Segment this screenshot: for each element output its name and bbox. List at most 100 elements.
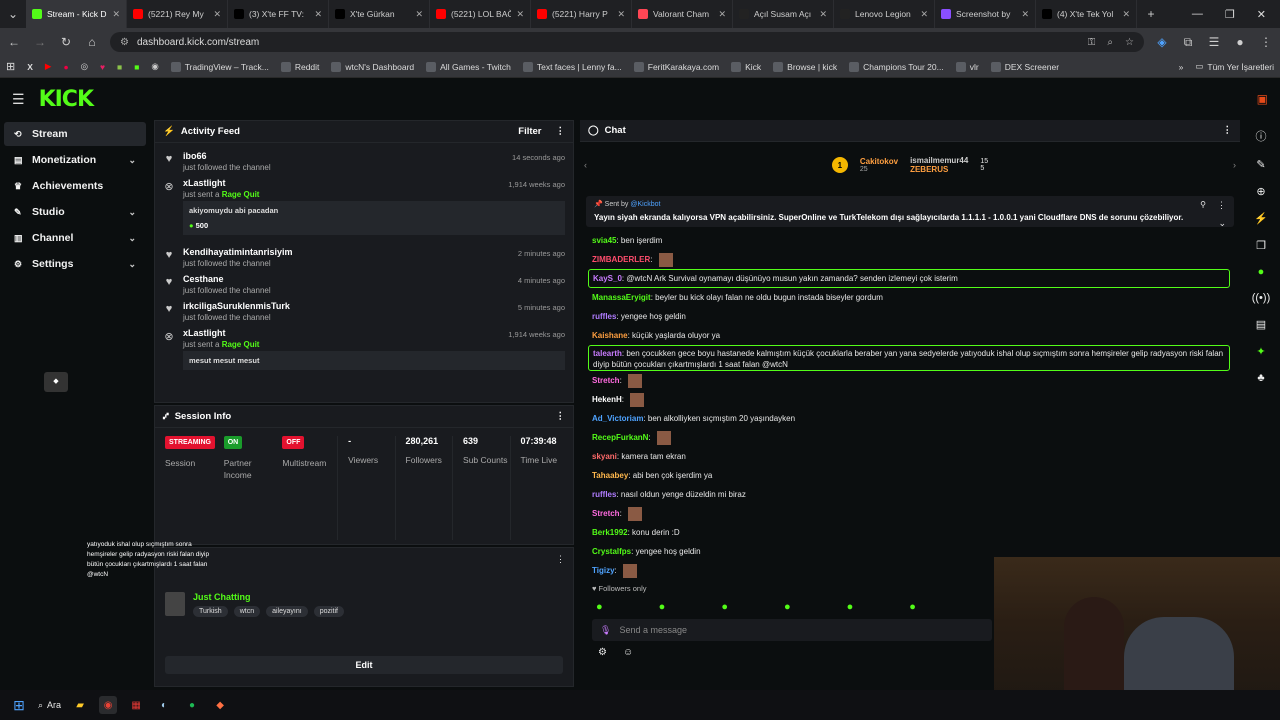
stream-tag[interactable]: aileyayını bbox=[266, 606, 308, 617]
sidebar-item-stream[interactable]: ⟲ Stream bbox=[4, 122, 146, 146]
browser-tab[interactable]: Stream - Kick D ✕ bbox=[26, 0, 127, 28]
chat-username[interactable]: HekenH bbox=[592, 395, 622, 404]
bookmark-item[interactable]: wtcN's Dashboard bbox=[331, 61, 414, 72]
tab-close-icon[interactable]: ✕ bbox=[314, 9, 322, 20]
bookmark-item[interactable]: TradingView – Track... bbox=[170, 61, 269, 72]
chat-username[interactable]: Crystalfps bbox=[592, 547, 631, 556]
tab-close-icon[interactable]: ✕ bbox=[213, 9, 221, 20]
tab-close-icon[interactable]: ✕ bbox=[920, 9, 928, 20]
sidebar-item-settings[interactable]: ⚙ Settings ⌄ bbox=[4, 252, 146, 276]
windows-start-icon[interactable]: ⊞ bbox=[10, 696, 28, 714]
steam-icon[interactable]: ◐ bbox=[155, 696, 173, 714]
browser-tab[interactable]: (5221) Rey My ✕ bbox=[127, 0, 228, 28]
tab-close-icon[interactable]: ✕ bbox=[415, 9, 423, 20]
bookmarks-overflow-icon[interactable]: » bbox=[1179, 62, 1184, 72]
tab-close-icon[interactable]: ✕ bbox=[1122, 9, 1130, 20]
bookmark-item[interactable]: Kick bbox=[731, 61, 761, 72]
copy-rail-icon[interactable]: ❐ bbox=[1256, 239, 1266, 252]
apps-grid-icon[interactable]: ⊞ bbox=[6, 60, 15, 73]
bookmark-icon-3[interactable]: ● bbox=[63, 62, 68, 72]
chat-username[interactable]: Stretch bbox=[592, 509, 620, 518]
site-info-icon[interactable]: ⚙ bbox=[120, 37, 129, 48]
kick-logo[interactable]: KICK bbox=[39, 87, 94, 112]
browser-tab[interactable]: Açıl Susam Açı ✕ bbox=[733, 0, 834, 28]
bookmark-item[interactable]: Champions Tour 20... bbox=[849, 61, 944, 72]
stream-tag[interactable]: pozitif bbox=[313, 606, 344, 617]
bookmark-icon-8[interactable]: ◉ bbox=[151, 61, 158, 72]
all-bookmarks[interactable]: ▭ Tüm Yer İşaretleri bbox=[1195, 61, 1274, 72]
tab-search-icon[interactable]: ⌄ bbox=[0, 7, 26, 21]
emote-5-icon[interactable]: ● bbox=[847, 601, 854, 613]
bookmark-item[interactable]: Reddit bbox=[280, 61, 319, 72]
storage-rail-icon[interactable]: ▤ bbox=[1256, 318, 1266, 331]
edit-button[interactable]: Edit bbox=[165, 656, 563, 674]
bookmark-icon-4[interactable]: ◎ bbox=[81, 61, 88, 72]
chat-username[interactable]: Stretch bbox=[592, 376, 620, 385]
chat-username[interactable]: RecepFurkanN bbox=[592, 433, 648, 442]
activity-more-icon[interactable]: ⋮ bbox=[556, 126, 566, 137]
emote-1-icon[interactable]: ● bbox=[596, 601, 603, 613]
mic-icon[interactable]: 🎙 bbox=[600, 625, 611, 636]
extensions-puzzle-icon[interactable]: ⧉ bbox=[1180, 35, 1196, 50]
file-explorer-icon[interactable]: ▰ bbox=[71, 696, 89, 714]
url-input[interactable]: ⚙ dashboard.kick.com/stream ⚿ ⌕ ☆ bbox=[110, 32, 1144, 52]
browser-tab[interactable]: Valorant Cham ✕ bbox=[632, 0, 733, 28]
bookmark-item[interactable]: FeritKarakaya.com bbox=[633, 61, 719, 72]
menu-hamburger-icon[interactable]: ☰ bbox=[12, 91, 25, 108]
media-icon[interactable]: ▦ bbox=[127, 696, 145, 714]
chat-username[interactable]: Kaishane bbox=[592, 331, 628, 340]
maximize-icon[interactable]: ❐ bbox=[1225, 8, 1235, 21]
users-rail-icon[interactable]: ♣ bbox=[1257, 372, 1264, 384]
edit-rail-icon[interactable]: ✎ bbox=[1256, 158, 1265, 171]
browser-tab[interactable]: X'te Gürkan ✕ bbox=[329, 0, 430, 28]
pinned-expand-icon[interactable]: ⌄ bbox=[1218, 218, 1226, 229]
chat-input[interactable]: 🎙 Send a message bbox=[592, 619, 992, 641]
emote-6-icon[interactable]: ● bbox=[909, 601, 916, 613]
carousel-right-icon[interactable]: › bbox=[1233, 160, 1236, 170]
filter-button[interactable]: Filter bbox=[518, 126, 541, 137]
browser-tab[interactable]: (3) X'te FF TV: ✕ bbox=[228, 0, 329, 28]
tab-close-icon[interactable]: ✕ bbox=[718, 9, 726, 20]
profile-avatar[interactable]: ● bbox=[1232, 35, 1248, 49]
chat-username[interactable]: ZIMBADERLER bbox=[592, 255, 650, 264]
lightning-rail-icon[interactable]: ⚡ bbox=[1254, 212, 1268, 225]
close-window-icon[interactable]: ✕ bbox=[1257, 8, 1266, 21]
chat-username[interactable]: svia45 bbox=[592, 236, 616, 245]
chat-username[interactable]: ruffles bbox=[592, 312, 616, 321]
activity-username[interactable]: Kendihayatimintanrisiyim bbox=[183, 247, 565, 257]
home-icon[interactable]: ⌂ bbox=[84, 35, 100, 49]
chat-rail-icon[interactable]: ● bbox=[1258, 266, 1265, 278]
browser-tab[interactable]: Screenshot by ✕ bbox=[935, 0, 1036, 28]
chat-username[interactable]: Tigizy bbox=[592, 566, 615, 575]
unpin-icon[interactable]: ⚲ bbox=[1200, 200, 1206, 209]
emote-4-icon[interactable]: ● bbox=[784, 601, 791, 613]
stream-tag[interactable]: Turkish bbox=[193, 606, 228, 617]
activity-username[interactable]: irkciligaSuruklenmisTurk bbox=[183, 301, 565, 311]
password-key-icon[interactable]: ⚿ bbox=[1088, 37, 1096, 48]
info-rail-icon[interactable]: ⓘ bbox=[1256, 128, 1267, 144]
emote-picker-icon[interactable]: ☺ bbox=[623, 647, 633, 658]
tab-close-icon[interactable]: ✕ bbox=[1021, 9, 1029, 20]
zoom-icon[interactable]: ⌕ bbox=[1107, 37, 1113, 48]
chat-username[interactable]: talearth bbox=[593, 349, 622, 358]
broadcast-rail-icon[interactable]: ((•)) bbox=[1252, 292, 1271, 304]
chat-username[interactable]: Berk1992 bbox=[592, 528, 628, 537]
chat-username[interactable]: Tahaabey bbox=[592, 471, 628, 480]
tab-close-icon[interactable]: ✕ bbox=[819, 9, 827, 20]
bookmark-item[interactable]: Browse | kick bbox=[773, 61, 837, 72]
chat-more-icon[interactable]: ⋮ bbox=[1223, 125, 1233, 136]
carousel-left-icon[interactable]: ‹ bbox=[584, 160, 587, 170]
browser-tab[interactable]: Lenovo Legion ✕ bbox=[834, 0, 935, 28]
pinned-user[interactable]: @Kickbot bbox=[630, 201, 660, 208]
bookmark-item[interactable]: Text faces | Lenny fa... bbox=[522, 61, 622, 72]
session-more-icon[interactable]: ⋮ bbox=[556, 411, 566, 422]
browser-tab[interactable]: (4) X'te Tek Yol ✕ bbox=[1036, 0, 1137, 28]
chat-username[interactable]: KayS_0 bbox=[593, 274, 622, 283]
browser-menu-icon[interactable]: ⋮ bbox=[1258, 35, 1274, 49]
bookmark-icon-6[interactable]: ■ bbox=[117, 62, 122, 72]
minimize-icon[interactable]: — bbox=[1192, 8, 1203, 21]
top-user-2[interactable]: ismailmemur44 bbox=[910, 156, 968, 165]
tools-rail-icon[interactable]: ✦ bbox=[1256, 345, 1265, 358]
bookmark-item[interactable]: DEX Screener bbox=[990, 61, 1059, 72]
spotify-icon[interactable]: ● bbox=[183, 696, 201, 714]
